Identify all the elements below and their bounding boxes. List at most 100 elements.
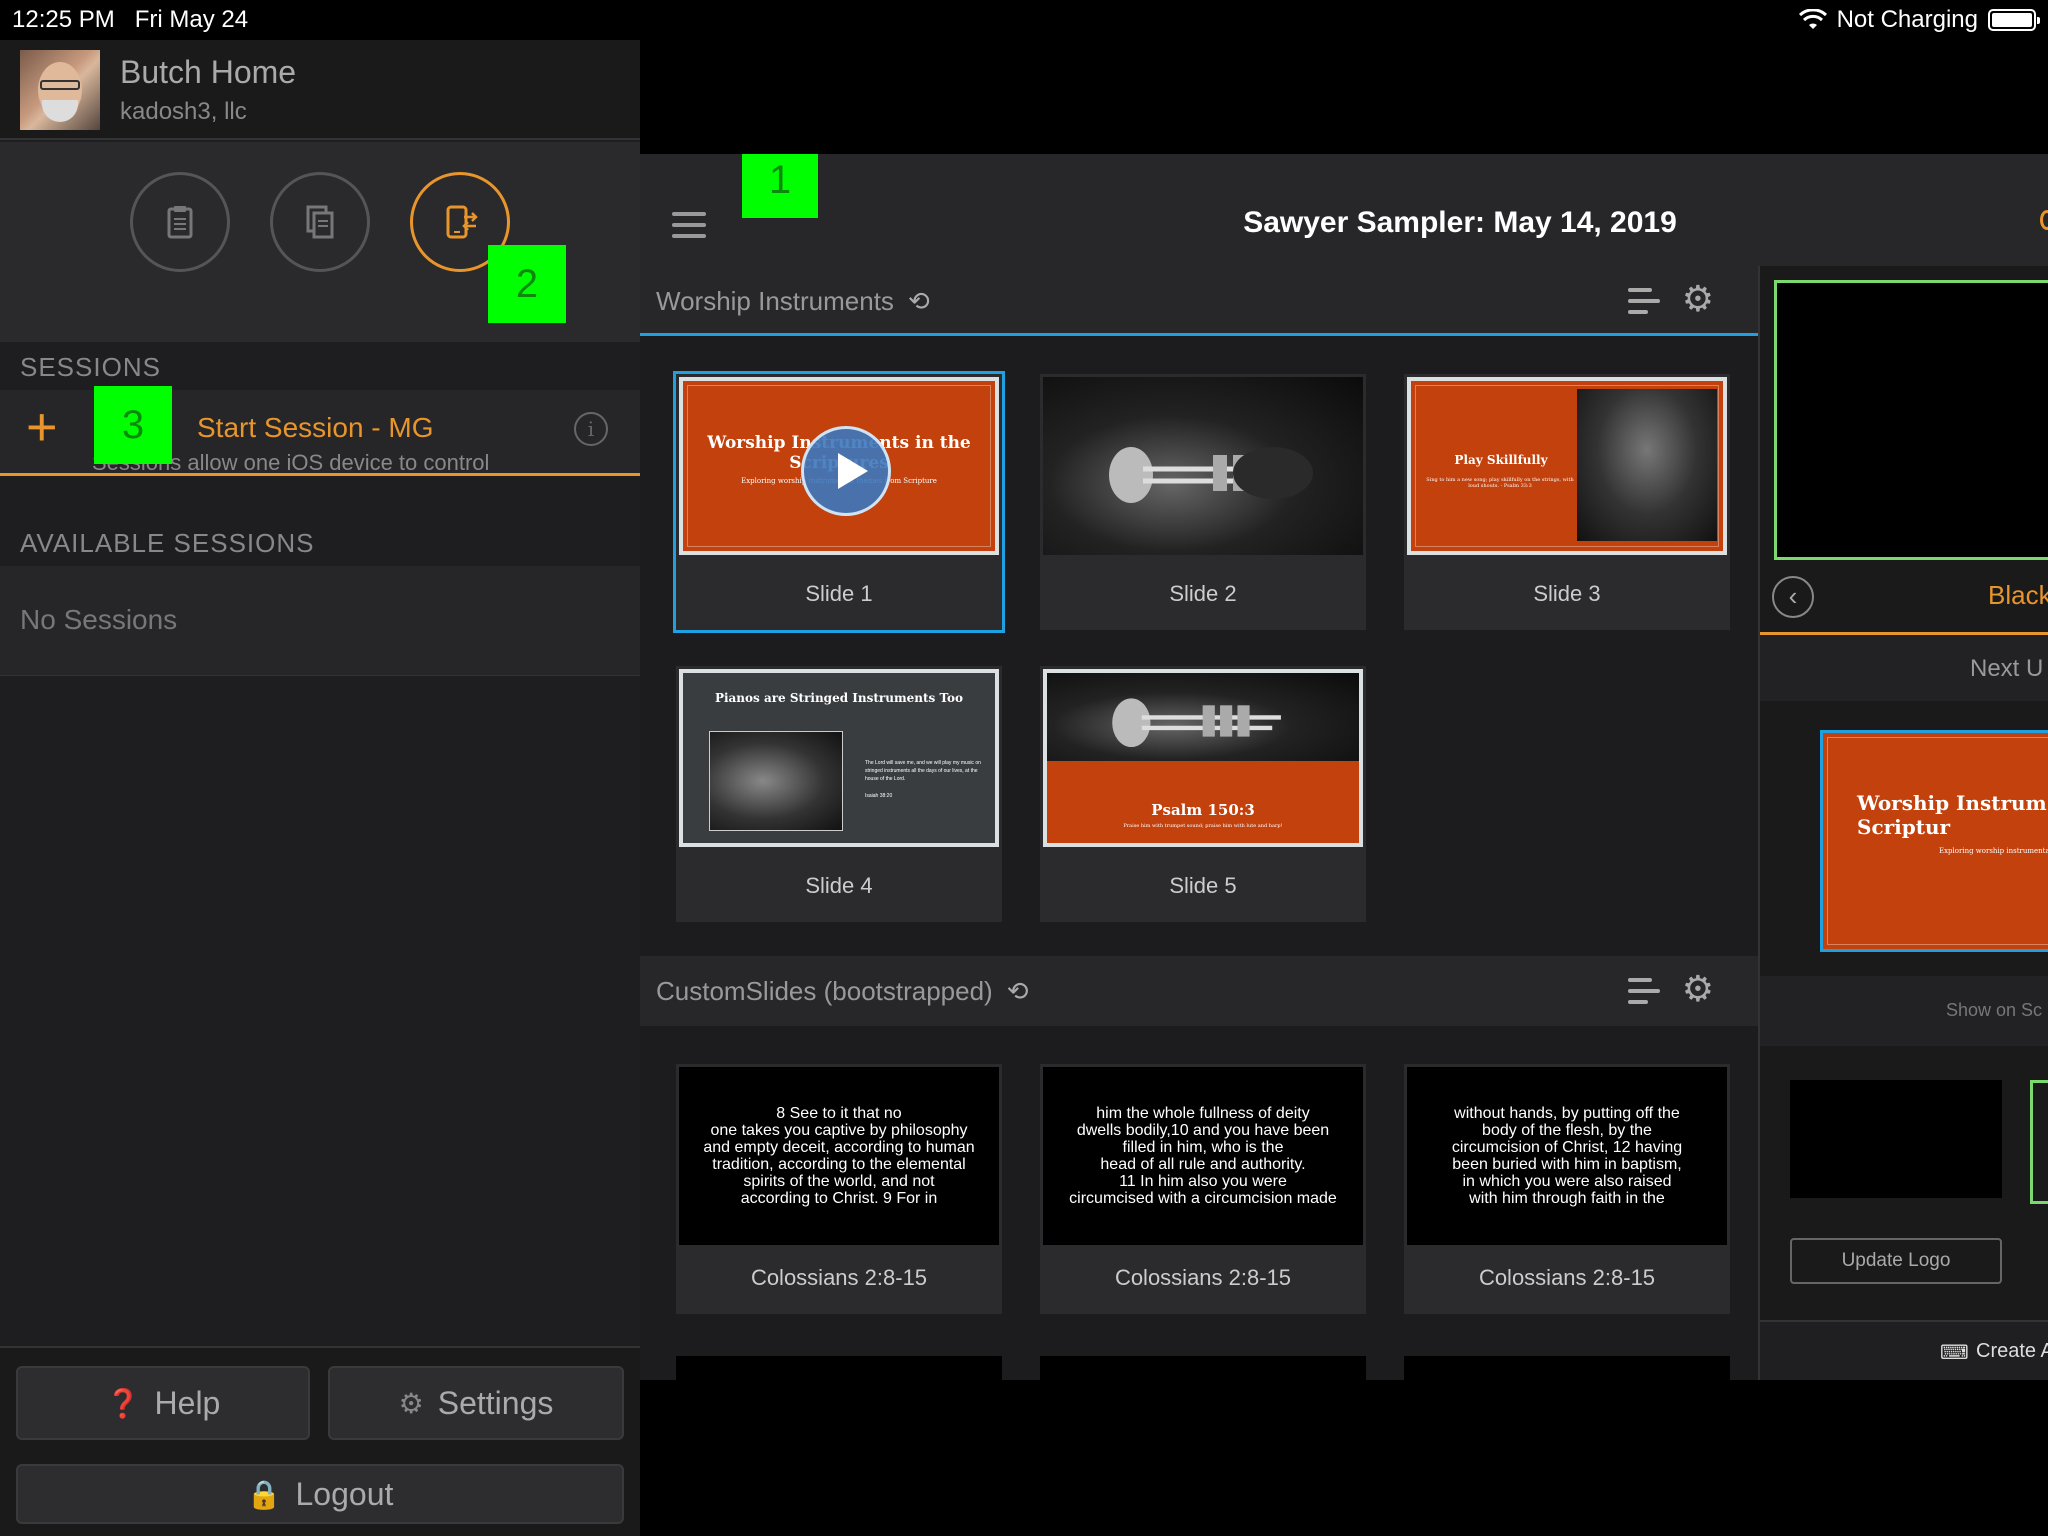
slide-label: Colossians 2:8-15 <box>1478 1265 1656 1290</box>
slide-thumbnail: 8 See to it that no one takes you captiv… <box>679 1067 999 1245</box>
settings-label: Settings <box>437 1384 554 1421</box>
update-logo-button[interactable]: Update Logo <box>1790 1238 2002 1284</box>
refresh-icon[interactable]: ⟲ <box>908 286 930 316</box>
wifi-icon <box>1798 9 1827 29</box>
gear-icon: ⚙ <box>398 1387 424 1419</box>
battery-icon <box>1988 9 2040 31</box>
start-session-row[interactable]: + Start Session - MG Sessions allow one … <box>0 386 640 476</box>
main-header: Sawyer Sampler: May 14, 2019 <box>640 154 2048 266</box>
status-right: Not Charging <box>1798 6 2040 34</box>
logout-button[interactable]: 🔒 Logout <box>16 1464 624 1524</box>
slide-label: Slide 5 <box>1169 873 1237 898</box>
logo-preview <box>1790 1080 2002 1198</box>
slide-thumbnail: Play Skillfully Sing to him a new song; … <box>1407 377 1727 555</box>
slide-thumbnail: Pianos are Stringed Instruments Too The … <box>679 669 999 847</box>
clipboard-icon <box>167 206 193 239</box>
slide-tile-3[interactable]: Play Skillfully Sing to him a new song; … <box>1404 374 1730 630</box>
documents-mode-button[interactable] <box>270 172 370 272</box>
slide-tile-partial <box>1404 1356 1730 1380</box>
slide-tile-2[interactable]: Slide 2 <box>1040 374 1366 630</box>
slide-thumbnail <box>1043 377 1363 555</box>
verse-text: him the whole fullness of deity dwells b… <box>1069 1105 1337 1207</box>
status-time: 12:25 PM Fri May 24 <box>12 6 249 33</box>
settings-button[interactable]: ⚙ Settings <box>328 1366 624 1440</box>
slide-thumbnail: him the whole fullness of deity dwells b… <box>1043 1067 1363 1245</box>
gear-icon[interactable]: ⚙ <box>1682 278 1714 320</box>
slide-tile-1[interactable]: Worship Instruments in the Scriptures Ex… <box>673 371 1005 633</box>
refresh-icon[interactable]: ⟲ <box>1007 976 1029 1006</box>
keyboard-icon: ⌨ <box>1940 1342 1969 1364</box>
slide-label: Colossians 2:8-15 <box>750 1265 928 1290</box>
help-label: Help <box>154 1384 221 1421</box>
create-footer[interactable]: ⌨ Create A <box>1760 1320 2048 1380</box>
clipboard-mode-button[interactable] <box>130 172 230 272</box>
logo-preview-active[interactable] <box>2030 1080 2048 1204</box>
slide-thumbnail: Psalm 150:3 Praise him with trumpet soun… <box>1043 669 1363 847</box>
profile-org: kadosh3, llc <box>120 98 247 125</box>
section-header-worship-instruments: Worship Instruments ⟲ ⚙ <box>640 266 1758 336</box>
sidebar: Butch Home kadosh3, llc 2 SESSIONS + Sta… <box>0 40 640 1536</box>
next-up-label: Next U <box>1970 655 2044 682</box>
next-slide-preview[interactable]: Worship Instrum Scriptur Exploring worsh… <box>1820 730 2048 952</box>
profile-name: Butch Home <box>120 54 297 90</box>
slide-label: Slide 4 <box>805 873 873 898</box>
documents-icon <box>306 205 334 239</box>
custom-slide-tile-3[interactable]: without hands, by putting off the body o… <box>1404 1064 1730 1314</box>
piano-image <box>709 731 843 831</box>
section-header-customslides: CustomSlides (bootstrapped) ⟲ ⚙ <box>640 956 1758 1026</box>
step-marker-3: 3 <box>94 386 172 464</box>
show-on-screen-row[interactable]: Show on Sc <box>1760 976 2048 1046</box>
slide-thumbnail: without hands, by putting off the body o… <box>1407 1067 1727 1245</box>
output-panel: ‹ Black Next U Worship Instrum Scriptur … <box>1758 266 2048 1380</box>
slide-label: Slide 3 <box>1533 581 1601 606</box>
no-sessions-text: No Sessions <box>20 604 178 635</box>
next-up-header: Next U <box>1760 635 2048 701</box>
slide-thumbnail: Worship Instruments in the Scriptures Ex… <box>679 377 999 555</box>
slide-label: Slide 1 <box>805 581 873 606</box>
profile-header[interactable]: Butch Home kadosh3, llc <box>0 40 640 140</box>
play-icon[interactable] <box>801 426 891 516</box>
verse-text: without hands, by putting off the body o… <box>1451 1105 1683 1207</box>
list-icon[interactable] <box>1628 978 1660 1004</box>
slides-content: Worship Instruments ⟲ ⚙ Worship Instrumen… <box>640 266 1758 1380</box>
slide-label: Slide 2 <box>1169 581 1237 606</box>
create-label: Create A <box>1976 1340 2048 1362</box>
trumpet-image <box>1109 447 1313 503</box>
start-session-title: Start Session - MG <box>197 412 434 443</box>
presentation-title: Sawyer Sampler: May 14, 2019 <box>1243 206 1677 239</box>
live-preview <box>1774 280 2048 560</box>
no-sessions-row: No Sessions <box>0 566 640 676</box>
step-marker-1: 1 <box>742 154 818 218</box>
slide-tile-partial <box>676 1356 1002 1380</box>
charging-status: Not Charging <box>1836 6 1978 33</box>
edge-indicator <box>2040 210 2048 230</box>
sessions-heading: SESSIONS <box>20 352 161 382</box>
list-icon[interactable] <box>1628 288 1660 314</box>
status-bar: 12:25 PM Fri May 24 Not Charging <box>0 0 2048 40</box>
help-button[interactable]: ❓ Help <box>16 1366 310 1440</box>
plus-icon[interactable]: + <box>26 400 58 454</box>
back-icon[interactable]: ‹ <box>1772 576 1814 618</box>
custom-slide-tile-2[interactable]: him the whole fullness of deity dwells b… <box>1040 1064 1366 1314</box>
step-marker-2: 2 <box>488 245 566 323</box>
info-icon[interactable]: i <box>574 412 608 446</box>
mode-bar: 2 <box>0 142 640 342</box>
main-area: Sawyer Sampler: May 14, 2019 Worship Ins… <box>640 154 2048 1380</box>
trumpet-image <box>1047 673 1359 761</box>
show-on-label: Show on Sc <box>1946 1000 2043 1020</box>
help-icon: ❓ <box>105 1387 141 1419</box>
custom-slide-tile-1[interactable]: 8 See to it that no one takes you captiv… <box>676 1064 1002 1314</box>
slide-label: Colossians 2:8-15 <box>1114 1265 1292 1290</box>
device-transfer-icon <box>446 205 478 239</box>
piano-image <box>1577 389 1717 541</box>
slide-tile-5[interactable]: Psalm 150:3 Praise him with trumpet soun… <box>1040 666 1366 922</box>
slide-tile-4[interactable]: Pianos are Stringed Instruments Too The … <box>676 666 1002 922</box>
gear-icon[interactable]: ⚙ <box>1682 968 1714 1010</box>
available-sessions-heading: AVAILABLE SESSIONS <box>20 528 315 558</box>
section-title: CustomSlides (bootstrapped) <box>656 976 993 1006</box>
section-title: Worship Instruments <box>656 286 894 316</box>
lock-icon: 🔒 <box>246 1478 282 1510</box>
sidebar-footer: ❓ Help ⚙ Settings 🔒 Logout <box>0 1346 640 1536</box>
black-button[interactable]: Black <box>1988 580 2048 611</box>
slide-tile-partial <box>1040 1356 1366 1380</box>
